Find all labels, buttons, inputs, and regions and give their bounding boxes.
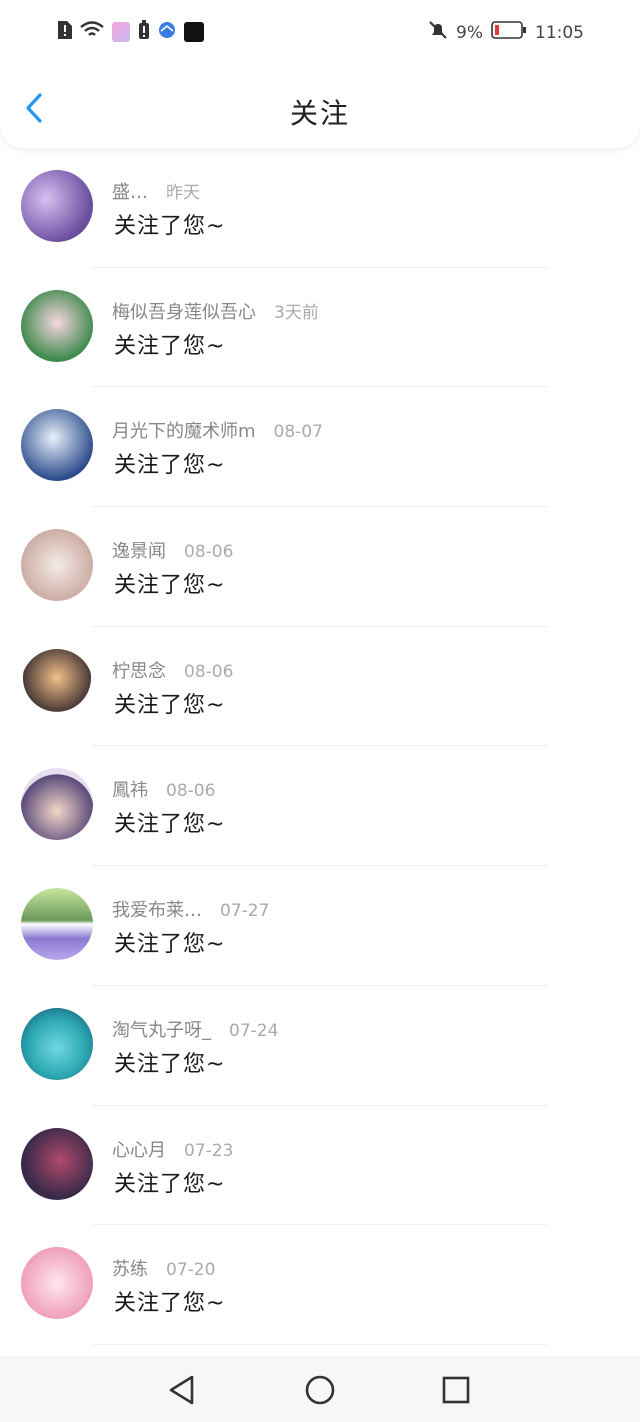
square-recent-icon xyxy=(442,1376,470,1404)
battery-percent: 9% xyxy=(456,22,483,43)
follow-time: 07-24 xyxy=(229,1020,279,1041)
battery-icon xyxy=(491,21,527,44)
status-bar: 9% 11:05 xyxy=(0,0,640,64)
battery-alert-icon xyxy=(138,20,150,44)
follow-time: 07-27 xyxy=(220,901,270,922)
avatar[interactable] xyxy=(21,1127,93,1200)
wifi-icon xyxy=(80,21,104,43)
avatar[interactable] xyxy=(21,648,93,721)
message-text: 关注了您~ xyxy=(114,1051,226,1077)
follow-list: 盛… 昨天 关注了您~ 梅似吾身莲似吾心 3天前 关注了您~ 月光下的魔术师m 08-… xyxy=(0,148,640,1345)
follow-time: 08-06 xyxy=(166,781,216,802)
triangle-back-icon xyxy=(169,1375,194,1405)
list-item[interactable]: 我爱布莱… 07-27 关注了您~ xyxy=(0,866,640,986)
status-icons-right: 9% 11:05 xyxy=(428,20,584,45)
app-icon xyxy=(112,22,130,42)
system-nav-bar xyxy=(0,1356,640,1422)
avatar[interactable] xyxy=(21,529,93,602)
mute-icon xyxy=(428,20,448,45)
avatar[interactable] xyxy=(21,289,93,362)
message-text: 关注了您~ xyxy=(114,453,226,479)
message-text: 关注了您~ xyxy=(114,932,226,958)
follow-time: 3天前 xyxy=(274,302,319,323)
header: 关注 xyxy=(0,64,640,148)
status-icons-left xyxy=(56,20,204,44)
follow-time: 07-20 xyxy=(166,1260,216,1281)
message-text: 关注了您~ xyxy=(114,692,226,718)
user-name[interactable]: 柠思念 xyxy=(112,661,166,682)
list-item[interactable]: 梅似吾身莲似吾心 3天前 关注了您~ xyxy=(0,268,640,388)
list-item[interactable]: 心心月 07-23 关注了您~ xyxy=(0,1106,640,1226)
user-name[interactable]: 苏练 xyxy=(112,1259,148,1280)
avatar[interactable] xyxy=(21,1007,93,1080)
nav-home-button[interactable] xyxy=(304,1374,336,1406)
user-name[interactable]: 鳳祎 xyxy=(112,780,148,801)
user-name[interactable]: 月光下的魔术师m xyxy=(112,421,256,442)
avatar[interactable] xyxy=(21,768,93,841)
nav-recent-button[interactable] xyxy=(440,1374,472,1406)
message-text: 关注了您~ xyxy=(114,214,226,239)
avatar[interactable] xyxy=(21,888,93,961)
user-name[interactable]: 逸景闻 xyxy=(112,541,166,562)
divider xyxy=(92,1343,548,1345)
list-item[interactable]: 鳳祎 08-06 关注了您~ xyxy=(0,746,640,867)
list-item[interactable]: 盛… 昨天 关注了您~ xyxy=(0,148,640,268)
nav-back-button[interactable] xyxy=(166,1374,198,1406)
message-text: 关注了您~ xyxy=(114,1171,226,1197)
list-item[interactable]: 月光下的魔术师m 08-07 关注了您~ xyxy=(0,387,640,508)
follow-time: 08-06 xyxy=(184,661,234,682)
follow-time: 07-23 xyxy=(184,1140,234,1161)
list-item[interactable]: 逸景闻 08-06 关注了您~ xyxy=(0,507,640,627)
avatar[interactable] xyxy=(21,170,93,242)
page-title: 关注 xyxy=(289,97,350,130)
avatar[interactable] xyxy=(21,1247,93,1320)
circle-home-icon xyxy=(305,1375,335,1405)
user-name[interactable]: 盛… xyxy=(112,182,148,203)
message-text: 关注了您~ xyxy=(114,573,226,599)
clock: 11:05 xyxy=(535,22,584,43)
user-name[interactable]: 我爱布莱… xyxy=(112,900,202,921)
user-name[interactable]: 心心月 xyxy=(112,1140,166,1161)
message-text: 关注了您~ xyxy=(114,333,226,359)
user-name[interactable]: 梅似吾身莲似吾心 xyxy=(112,302,256,323)
browser-icon xyxy=(158,21,176,43)
list-item[interactable]: 淘气丸子呀_ 07-24 关注了您~ xyxy=(0,986,640,1106)
follow-time: 昨天 xyxy=(166,183,200,203)
avatar[interactable] xyxy=(21,409,93,482)
follow-time: 08-06 xyxy=(184,542,234,563)
follow-time: 08-07 xyxy=(273,422,323,443)
list-item[interactable]: 苏练 07-20 关注了您~ xyxy=(0,1225,640,1345)
message-text: 关注了您~ xyxy=(114,812,226,838)
list-item[interactable]: 柠思念 08-06 关注了您~ xyxy=(0,627,640,747)
message-text: 关注了您~ xyxy=(114,1291,226,1317)
user-name[interactable]: 淘气丸子呀_ xyxy=(112,1020,211,1041)
alert-icon xyxy=(56,21,72,43)
notification-icon xyxy=(184,22,204,42)
